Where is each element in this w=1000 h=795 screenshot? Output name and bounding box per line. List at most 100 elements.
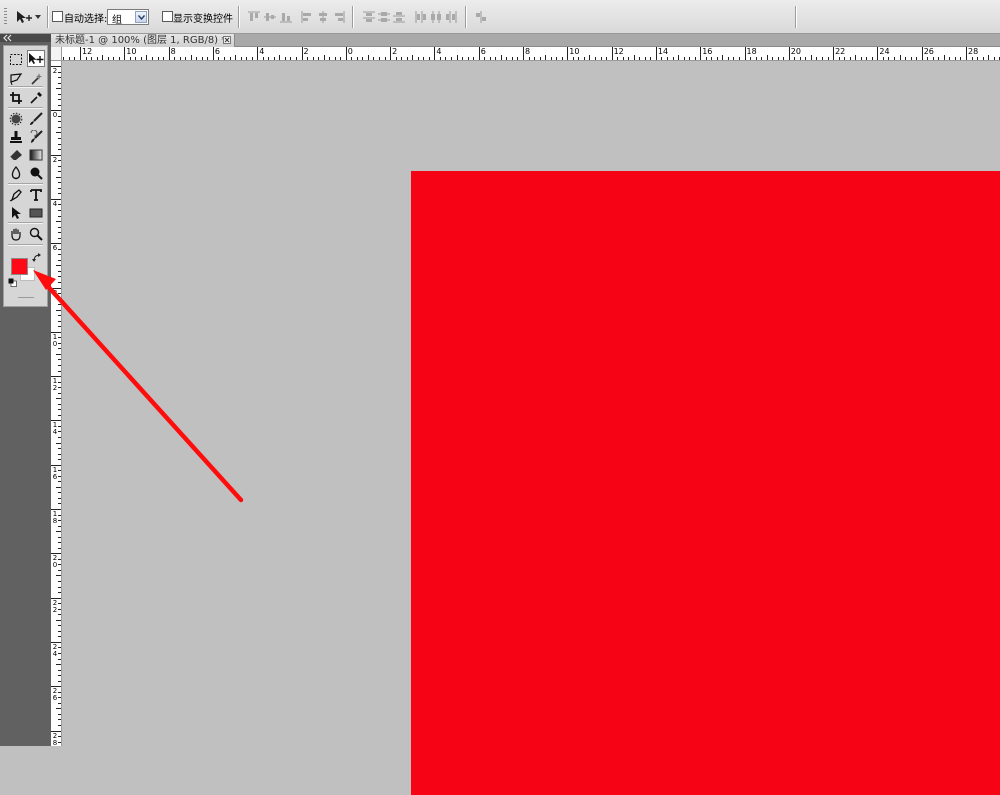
eraser-tool[interactable] (7, 146, 25, 163)
ruler-minor-tick (716, 57, 718, 60)
ruler-minor-tick (58, 77, 61, 79)
align-bottom-button[interactable] (279, 10, 293, 24)
align-vcenter-button[interactable] (263, 10, 277, 24)
show-transform-checkbox[interactable] (162, 11, 173, 22)
marquee-tool[interactable] (7, 51, 25, 68)
document-tab[interactable]: 未标题-1 @ 100% (图层 1, RGB/8) * (51, 34, 235, 47)
ruler-major-tick (833, 47, 835, 60)
magic-wand-tool[interactable] (27, 70, 45, 87)
type-icon (30, 188, 42, 201)
align-top-button[interactable] (247, 10, 261, 24)
crop-tool[interactable] (7, 89, 25, 106)
ruler-minor-tick (58, 226, 61, 228)
ruler-label: 16 (702, 47, 713, 56)
clone-stamp-tool[interactable] (7, 128, 25, 145)
distribute-bottom-button[interactable] (392, 10, 406, 24)
distribute-right-button[interactable] (444, 10, 458, 24)
auto-select-dropdown[interactable]: 组 (107, 9, 149, 26)
align-left-button[interactable] (300, 10, 314, 24)
ruler-minor-tick (58, 736, 61, 738)
ruler-minor-tick (456, 55, 458, 60)
auto-align-layers-button[interactable] (474, 10, 488, 24)
distribute-top-button[interactable] (362, 10, 376, 24)
ruler-minor-tick (351, 57, 353, 60)
default-colors-icon[interactable] (8, 278, 17, 287)
ruler-minor-tick (58, 558, 61, 560)
ruler-minor-tick (805, 57, 807, 60)
ruler-label: 18 (746, 47, 757, 56)
blur-tool[interactable] (7, 164, 25, 181)
ruler-major-tick (434, 47, 436, 60)
zoom-tool[interactable] (27, 225, 45, 242)
shape-tool[interactable] (27, 204, 45, 221)
ruler-minor-tick (500, 55, 502, 60)
tool-preset-picker[interactable] (13, 7, 43, 27)
ruler-minor-tick (489, 57, 491, 60)
ruler-minor-tick (661, 57, 663, 60)
distribute-hcenter-button[interactable] (429, 10, 443, 24)
ruler-major-tick (478, 47, 480, 60)
ruler-major-tick (301, 47, 303, 60)
close-document-button[interactable] (223, 36, 231, 44)
red-canvas-layer[interactable] (411, 171, 1000, 795)
distribute-left-button[interactable] (414, 10, 428, 24)
ruler-minor-tick (58, 126, 61, 128)
path-selection-tool[interactable] (7, 204, 25, 221)
ruler-minor-tick (235, 55, 237, 60)
quick-mask-toggle[interactable] (18, 297, 34, 298)
type-tool[interactable] (27, 186, 45, 203)
dropdown-arrow[interactable] (135, 11, 147, 23)
swap-colors-icon[interactable] (32, 253, 42, 263)
document-workspace[interactable] (62, 61, 1000, 795)
auto-select-checkbox[interactable] (52, 11, 63, 22)
ruler-minor-tick (362, 57, 364, 60)
ruler-minor-tick (528, 57, 530, 60)
toolbox-header[interactable] (0, 34, 51, 42)
history-brush-tool[interactable] (27, 128, 45, 145)
lasso-tool[interactable] (7, 70, 25, 87)
ruler-minor-tick (56, 398, 61, 400)
align-hcenter-button[interactable] (316, 10, 330, 24)
ruler-minor-tick (761, 57, 763, 60)
ruler-minor-tick (284, 57, 286, 60)
crop-icon (10, 91, 22, 104)
ruler-major-tick (80, 47, 81, 60)
ruler-label: 1 6 (52, 465, 58, 481)
spot-healing-tool[interactable] (7, 110, 25, 127)
ruler-label: 10 (126, 47, 137, 56)
align-right-button[interactable] (332, 10, 346, 24)
ruler-major-tick (168, 47, 170, 60)
ruler-label: 4 (436, 47, 442, 56)
ruler-origin[interactable] (51, 47, 62, 61)
distribute-bottom-icon (393, 12, 405, 23)
ruler-minor-tick (58, 675, 61, 677)
eyedropper-tool[interactable] (27, 89, 45, 106)
ruler-minor-tick (58, 348, 61, 350)
options-bar-grip[interactable] (4, 8, 7, 26)
brush-tool[interactable] (27, 110, 45, 127)
vertical-ruler[interactable]: 2024681 01 21 41 61 82 02 22 42 62 8 (51, 61, 62, 746)
gradient-tool[interactable] (27, 146, 45, 163)
hand-tool[interactable] (7, 225, 25, 242)
distribute-vcenter-button[interactable] (377, 10, 391, 24)
ruler-minor-tick (606, 57, 608, 60)
ruler-label: 1 4 (52, 421, 58, 437)
ruler-minor-tick (63, 57, 65, 60)
move-tool[interactable] (27, 50, 45, 67)
tools-panel (3, 45, 48, 307)
brush-icon (30, 111, 43, 125)
ruler-minor-tick (467, 57, 469, 60)
ruler-minor-tick (56, 265, 61, 267)
ruler-minor-tick (550, 57, 552, 60)
horizontal-ruler[interactable]: 12 10 8 6 4 2 0 2 4 6 8 10 12 14 16 18 20 22 24 26 28 (62, 47, 1000, 61)
ruler-minor-tick (58, 564, 61, 566)
foreground-color-swatch[interactable] (11, 258, 28, 275)
ruler-minor-tick (578, 57, 580, 60)
ruler-minor-tick (916, 57, 918, 60)
pen-tool[interactable] (7, 186, 25, 203)
ruler-minor-tick (938, 57, 940, 60)
ruler-minor-tick (572, 57, 574, 60)
ruler-minor-tick (384, 57, 386, 60)
dodge-tool[interactable] (27, 164, 45, 181)
collapse-arrows-icon[interactable] (3, 34, 12, 42)
